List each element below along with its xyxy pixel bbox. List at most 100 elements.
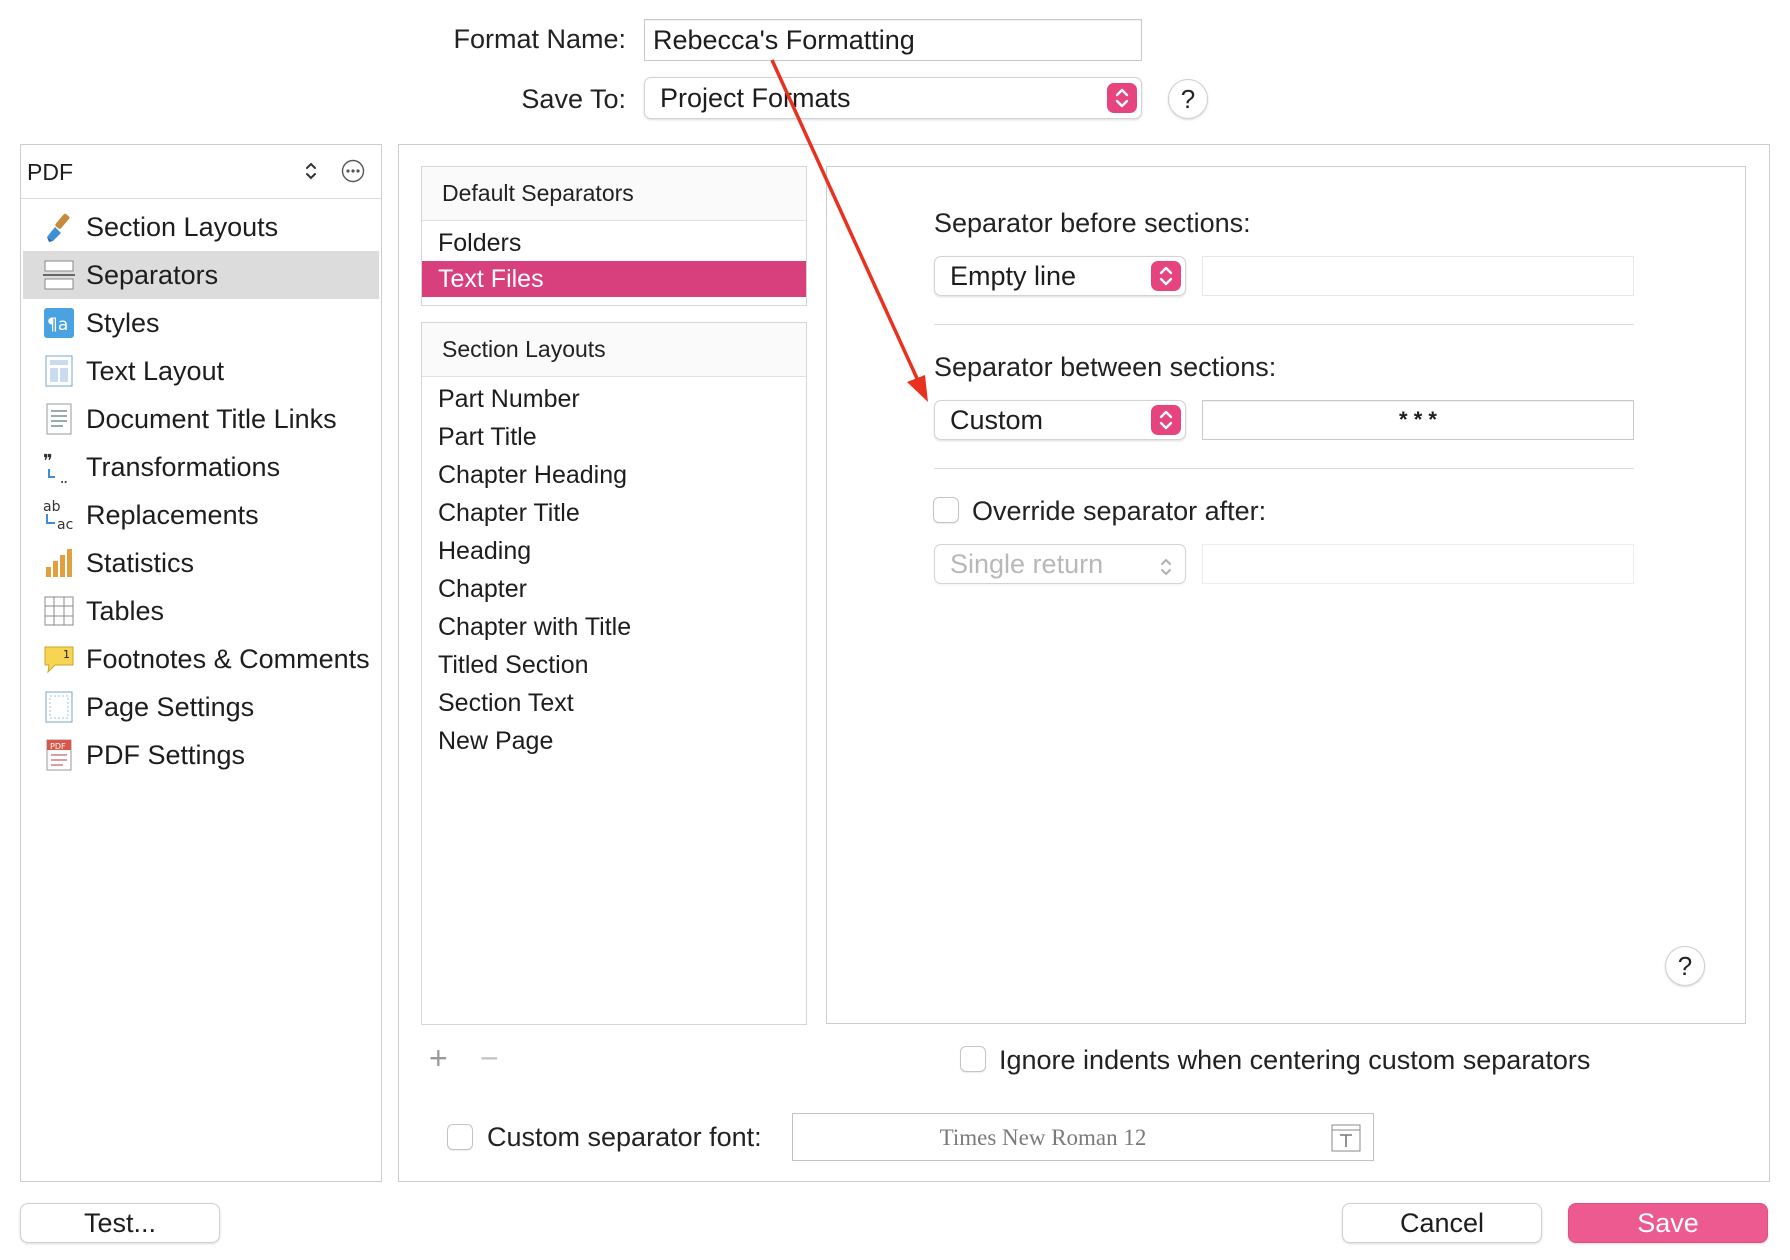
- sidebar-item-label: Text Layout: [86, 355, 225, 386]
- document-icon: [43, 403, 75, 435]
- chevron-updown-icon: [1151, 261, 1181, 291]
- ignore-indents-checkbox[interactable]: [960, 1046, 986, 1072]
- separator-before-value: Empty line: [950, 260, 1077, 291]
- header-help-button[interactable]: ?: [1168, 79, 1208, 119]
- svg-text:¶a: ¶a: [47, 315, 68, 335]
- divider: [934, 468, 1634, 469]
- separator-between-value: Custom: [950, 404, 1044, 435]
- quotes-icon: ❞ „: [43, 451, 75, 488]
- text-layout-icon: [43, 355, 75, 387]
- save-button[interactable]: Save: [1568, 1203, 1768, 1243]
- format-type-select[interactable]: PDF: [21, 145, 381, 199]
- separator-before-text[interactable]: [1202, 256, 1634, 296]
- sidebar-item-label: Transformations: [86, 451, 281, 482]
- sidebar-item-tables[interactable]: Tables: [23, 587, 379, 635]
- sidebar-item-section-layouts[interactable]: Section Layouts: [23, 203, 379, 251]
- bar-chart-icon: [43, 547, 75, 579]
- table-icon: [43, 595, 75, 627]
- separator-between-label: Separator between sections:: [934, 352, 1277, 382]
- list-item[interactable]: Chapter with Title: [422, 609, 806, 645]
- sidebar-item-text-layout[interactable]: Text Layout: [23, 347, 379, 395]
- sidebar-item-transformations[interactable]: ❞ „ Transformations: [23, 443, 379, 491]
- replacements-icon: ab ac: [43, 499, 75, 533]
- separators-icon: [43, 259, 75, 291]
- format-sidebar: PDF Section Layouts Separators ¶a Styles…: [20, 144, 382, 1182]
- sidebar-item-document-title-links[interactable]: Document Title Links: [23, 395, 379, 443]
- sidebar-item-label: Tables: [86, 595, 165, 626]
- add-button[interactable]: +: [429, 1040, 448, 1077]
- save-to-select[interactable]: Project Formats: [644, 77, 1142, 119]
- section-layouts-header: Section Layouts: [422, 323, 806, 377]
- ignore-indents-label: Ignore indents when centering custom sep…: [999, 1045, 1591, 1075]
- list-item[interactable]: Chapter Heading: [422, 457, 806, 493]
- list-item[interactable]: Heading: [422, 533, 806, 569]
- format-name-label: Format Name:: [453, 24, 626, 54]
- sidebar-item-styles[interactable]: ¶a Styles: [23, 299, 379, 347]
- list-item[interactable]: Section Text: [422, 685, 806, 721]
- settings-help-button[interactable]: ?: [1665, 946, 1705, 986]
- override-separator-text[interactable]: [1202, 544, 1634, 584]
- separator-between-select[interactable]: Custom: [934, 400, 1186, 440]
- sidebar-item-page-settings[interactable]: Page Settings: [23, 683, 379, 731]
- separator-before-label: Separator before sections:: [934, 208, 1251, 238]
- svg-text:ab: ab: [43, 499, 61, 515]
- more-options-icon[interactable]: [341, 159, 365, 188]
- sidebar-item-label: Statistics: [86, 547, 195, 578]
- custom-font-value: Times New Roman 12: [939, 1125, 1147, 1150]
- divider: [934, 324, 1634, 325]
- pdf-icon: PDF: [43, 739, 75, 771]
- list-item[interactable]: Part Title: [422, 419, 806, 455]
- chevron-updown-icon: [1159, 554, 1173, 585]
- format-name-field[interactable]: Rebecca's Formatting: [644, 19, 1142, 61]
- custom-font-checkbox[interactable]: [447, 1124, 473, 1150]
- remove-button[interactable]: −: [480, 1040, 499, 1077]
- separator-between-value-text: * * *: [1399, 407, 1437, 432]
- sidebar-item-label: Separators: [86, 259, 219, 290]
- section-layouts-list: Section Layouts Part Number Part Title C…: [421, 322, 807, 1025]
- override-separator-select[interactable]: Single return: [934, 544, 1186, 584]
- svg-text:ac: ac: [57, 517, 73, 531]
- list-item-text-files[interactable]: Text Files: [422, 261, 806, 297]
- cancel-button[interactable]: Cancel: [1342, 1203, 1542, 1243]
- font-picker-icon[interactable]: [1331, 1124, 1361, 1157]
- default-separators-header: Default Separators: [422, 167, 806, 221]
- sidebar-item-separators[interactable]: Separators: [23, 251, 379, 299]
- override-separator-value: Single return: [950, 548, 1104, 579]
- sidebar-item-label: Page Settings: [86, 691, 255, 722]
- chevron-updown-icon: [1107, 83, 1137, 113]
- brush-icon: [43, 211, 75, 243]
- list-item-folders[interactable]: Folders: [422, 225, 806, 261]
- sidebar-item-label: Footnotes & Comments: [86, 643, 370, 674]
- separator-between-text[interactable]: * * *: [1202, 400, 1634, 440]
- list-item[interactable]: New Page: [422, 723, 806, 759]
- custom-font-label: Custom separator font:: [487, 1122, 762, 1152]
- chevron-updown-icon: [304, 160, 318, 187]
- page-icon: [43, 691, 75, 723]
- sidebar-item-label: PDF Settings: [86, 739, 246, 770]
- svg-text:1: 1: [63, 648, 70, 661]
- sidebar-item-pdf-settings[interactable]: PDF PDF Settings: [23, 731, 379, 779]
- list-item[interactable]: Chapter: [422, 571, 806, 607]
- save-to-label: Save To:: [521, 84, 626, 114]
- custom-font-field[interactable]: Times New Roman 12: [792, 1113, 1374, 1161]
- list-item[interactable]: Part Number: [422, 381, 806, 417]
- override-separator-label: Override separator after:: [972, 496, 1267, 526]
- styles-icon: ¶a: [43, 307, 75, 339]
- format-type-value: PDF: [27, 159, 73, 185]
- test-button[interactable]: Test...: [20, 1203, 220, 1243]
- sidebar-item-label: Replacements: [86, 499, 259, 530]
- sidebar-item-statistics[interactable]: Statistics: [23, 539, 379, 587]
- default-separators-list: Default Separators Folders Text Files: [421, 166, 807, 306]
- save-to-value: Project Formats: [660, 82, 851, 113]
- list-item[interactable]: Titled Section: [422, 647, 806, 683]
- override-separator-checkbox[interactable]: [933, 497, 959, 523]
- sidebar-item-label: Section Layouts: [86, 211, 279, 242]
- separator-before-select[interactable]: Empty line: [934, 256, 1186, 296]
- sidebar-item-footnotes[interactable]: 1 Footnotes & Comments: [23, 635, 379, 683]
- format-name-value: Rebecca's Formatting: [653, 24, 915, 55]
- sidebar-item-label: Styles: [86, 307, 160, 338]
- sidebar-item-label: Document Title Links: [86, 403, 337, 434]
- sidebar-item-replacements[interactable]: ab ac Replacements: [23, 491, 379, 539]
- list-item[interactable]: Chapter Title: [422, 495, 806, 531]
- svg-text:PDF: PDF: [50, 742, 66, 751]
